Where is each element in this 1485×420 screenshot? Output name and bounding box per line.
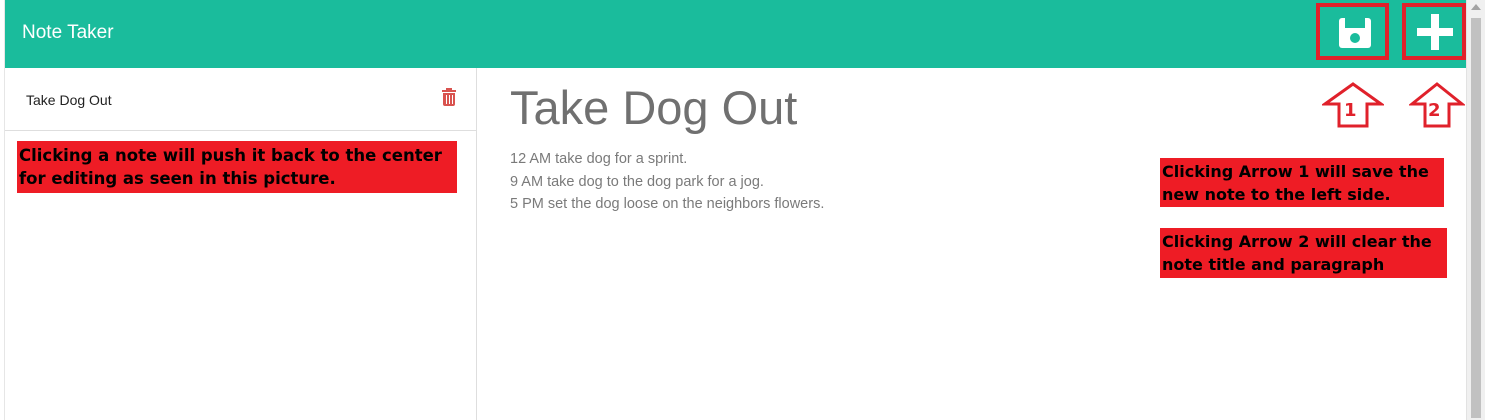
notes-sidebar: Take Dog Out [5, 68, 477, 420]
vertical-scrollbar[interactable] [1466, 0, 1485, 420]
arrow-2-label: 2 [1428, 100, 1441, 121]
annotation-left-note: Clicking a note will push it back to the… [17, 141, 457, 193]
annotation-arrow-1: Clicking Arrow 1 will save the new note … [1160, 158, 1444, 207]
scrollbar-thumb[interactable] [1471, 18, 1481, 418]
list-item[interactable]: Take Dog Out [5, 68, 476, 131]
brand-title[interactable]: Note Taker [22, 22, 114, 44]
note-line: 12 AM take dog for a sprint. [510, 151, 688, 167]
floppy-disk-icon[interactable] [1339, 18, 1371, 48]
trash-icon[interactable] [442, 88, 456, 106]
note-list-title[interactable]: Take Dog Out [26, 92, 112, 108]
new-note-button[interactable] [1402, 3, 1466, 60]
save-note-button[interactable] [1316, 3, 1389, 60]
note-line: 5 PM set the dog loose on the neighbors … [510, 196, 825, 212]
note-text-area[interactable]: 12 AM take dog for a sprint. 9 AM take d… [510, 148, 824, 216]
arrow-1-label: 1 [1344, 100, 1357, 121]
note-line: 9 AM take dog to the dog park for a jog. [510, 173, 764, 190]
navbar: Note Taker [5, 0, 1466, 68]
note-title-input[interactable]: Take Dog Out [510, 80, 797, 136]
annotation-arrow-2: Clicking Arrow 2 will clear the note tit… [1160, 228, 1447, 278]
scroll-up-arrow-icon[interactable] [1471, 4, 1481, 10]
